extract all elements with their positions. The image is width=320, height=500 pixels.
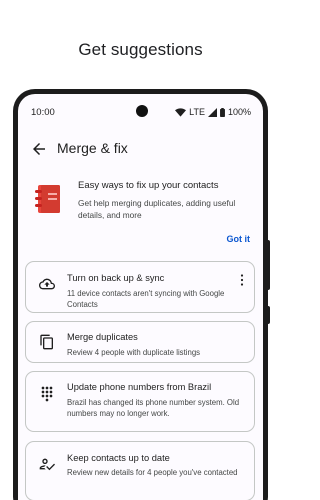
person-check-icon bbox=[39, 458, 55, 471]
phone-frame: 10:00 LTE 100% Merge & fix Easy ways to … bbox=[13, 89, 268, 500]
card-title: Update phone numbers from Brazil bbox=[67, 382, 212, 392]
wifi-icon bbox=[175, 107, 187, 117]
status-time: 10:00 bbox=[31, 107, 55, 118]
battery-icon bbox=[220, 107, 225, 117]
status-bar: 10:00 LTE 100% bbox=[18, 94, 263, 130]
network-label: LTE bbox=[189, 107, 205, 117]
page-title: Merge & fix bbox=[57, 140, 128, 156]
suggestion-card-merge[interactable]: Merge duplicates Review 4 people with du… bbox=[25, 321, 255, 363]
cloud-upload-icon bbox=[39, 278, 55, 290]
suggestion-card-backup[interactable]: Turn on back up & sync 11 device contact… bbox=[25, 261, 255, 313]
card-description: Review 4 people with duplicate listings bbox=[67, 348, 201, 357]
card-title: Keep contacts up to date bbox=[67, 453, 170, 463]
got-it-button[interactable]: Got it bbox=[227, 234, 251, 244]
suggestion-card-phone-numbers[interactable]: Update phone numbers from Brazil Brazil … bbox=[25, 371, 255, 432]
phone-screen: 10:00 LTE 100% Merge & fix Easy ways to … bbox=[18, 94, 263, 500]
dialpad-icon bbox=[41, 386, 53, 402]
signal-icon bbox=[207, 107, 217, 117]
promo-card: Easy ways to fix up your contacts Get he… bbox=[30, 176, 252, 249]
battery-label: 100% bbox=[227, 107, 251, 117]
back-arrow-icon[interactable] bbox=[30, 140, 48, 158]
copy-icon bbox=[40, 334, 53, 350]
card-description: Review new details for 4 people you've c… bbox=[67, 468, 238, 477]
promo-title: Easy ways to fix up your contacts bbox=[78, 180, 219, 191]
camera-cutout bbox=[136, 105, 148, 117]
more-vert-icon[interactable] bbox=[240, 274, 244, 286]
contacts-book-icon bbox=[35, 185, 60, 213]
headline: Get suggestions bbox=[78, 40, 203, 59]
card-description: 11 device contacts aren't syncing with G… bbox=[67, 289, 225, 309]
card-title: Turn on back up & sync bbox=[67, 273, 165, 283]
status-icons: LTE 100% bbox=[175, 107, 251, 117]
suggestion-card-keep-up-to-date[interactable]: Keep contacts up to date Review new deta… bbox=[25, 441, 255, 500]
card-description: Brazil has changed its phone number syst… bbox=[67, 398, 240, 418]
card-title: Merge duplicates bbox=[67, 332, 138, 342]
promo-description: Get help merging duplicates, adding usef… bbox=[78, 198, 236, 220]
app-bar: Merge & fix bbox=[18, 134, 263, 164]
